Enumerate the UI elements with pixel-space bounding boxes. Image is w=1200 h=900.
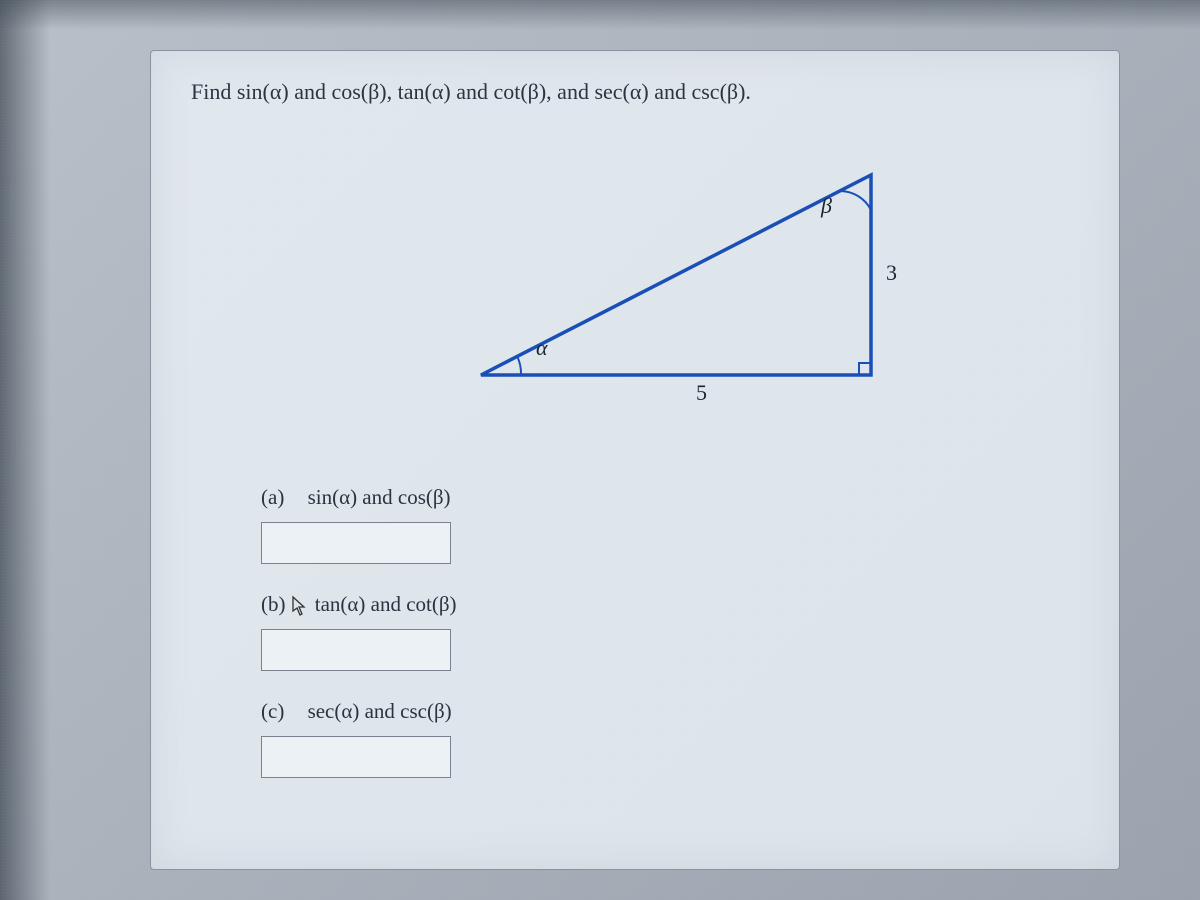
part-a-label: (a) sin(α) and cos(β): [261, 485, 451, 510]
subquestions: (a) sin(α) and cos(β) (b) tan(α) and cot…: [261, 485, 1079, 778]
photo-edge-top: [0, 0, 1200, 30]
part-c-label: (c) sec(α) and csc(β): [261, 699, 452, 724]
side-right-label: 3: [886, 260, 897, 286]
part-a-input[interactable]: [261, 522, 451, 564]
question-prompt: Find sin(α) and cos(β), tan(α) and cot(β…: [191, 79, 1079, 105]
part-a-letter: (a): [261, 485, 284, 509]
photo-edge-left: [0, 0, 50, 900]
part-b: (b) tan(α) and cot(β): [261, 592, 1079, 671]
part-b-label: (b) tan(α) and cot(β): [261, 592, 457, 617]
problem-panel: Find sin(α) and cos(β), tan(α) and cot(β…: [150, 50, 1120, 870]
part-a-text: sin(α) and cos(β): [308, 485, 451, 509]
triangle-svg: [441, 155, 941, 415]
angle-beta-label: β: [821, 193, 832, 219]
cursor-icon: [290, 595, 308, 617]
part-a: (a) sin(α) and cos(β): [261, 485, 1079, 564]
part-c-input[interactable]: [261, 736, 451, 778]
part-c-text: sec(α) and csc(β): [308, 699, 452, 723]
triangle-figure: α β 5 3: [441, 155, 941, 435]
part-c: (c) sec(α) and csc(β): [261, 699, 1079, 778]
part-c-letter: (c): [261, 699, 284, 723]
side-bottom-label: 5: [696, 380, 707, 406]
part-b-input[interactable]: [261, 629, 451, 671]
part-b-text: tan(α) and cot(β): [315, 592, 457, 616]
part-b-letter: (b): [261, 592, 286, 616]
angle-alpha-label: α: [536, 335, 548, 361]
